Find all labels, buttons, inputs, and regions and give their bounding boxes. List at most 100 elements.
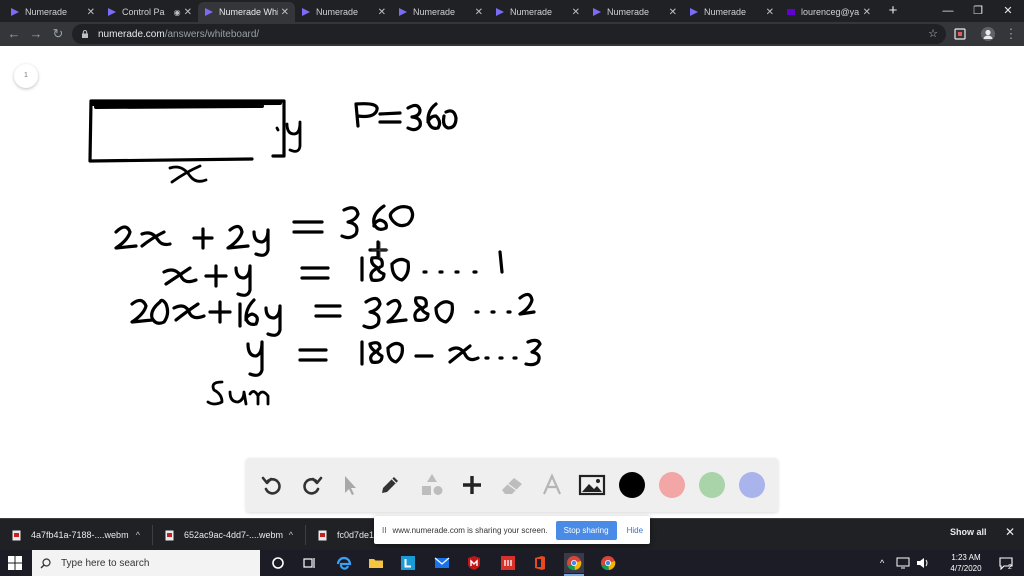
tab-close-icon[interactable]: ✕ (766, 7, 774, 18)
tab-close-icon[interactable]: ✕ (475, 7, 483, 18)
search-placeholder: Type here to search (61, 557, 150, 569)
numerade-favicon-icon (496, 8, 504, 16)
notification-center-icon[interactable]: 2 (996, 550, 1016, 576)
tab-title: Numerade (607, 7, 650, 17)
network-icon[interactable] (896, 550, 910, 576)
image-icon[interactable] (576, 469, 608, 501)
tab-title: Numerade (316, 7, 359, 17)
forward-arrow-icon[interactable]: → (27, 25, 45, 43)
l-app-icon[interactable] (398, 553, 418, 573)
clock-time: 1:23 AM (951, 553, 981, 562)
browser-tab-2[interactable]: Control Pa ◉ ✕ (101, 2, 198, 22)
address-bar[interactable]: numerade.com/answers/whiteboard/ ☆ (72, 24, 946, 44)
back-arrow-icon[interactable]: ← (5, 25, 23, 43)
download-item[interactable]: fc0d7de1-9 (306, 519, 376, 551)
new-tab-button[interactable]: + (884, 2, 902, 20)
tab-close-icon[interactable]: ✕ (281, 7, 289, 18)
tab-title: Control Pa (122, 7, 165, 17)
chevron-up-icon[interactable]: ^ (289, 530, 293, 540)
red-app-icon[interactable] (498, 553, 518, 573)
url-path: /answers/whiteboard/ (164, 28, 260, 40)
cortana-icon[interactable] (268, 553, 288, 573)
show-hidden-icons-icon[interactable]: ^ (880, 550, 884, 576)
browser-tab-strip: Numerade ✕ Control Pa ◉ ✕ Numerade Whi ✕… (0, 0, 1024, 22)
windows-taskbar: Type here to search ^ 1:23 AM 4/7/2020 2 (0, 550, 1024, 576)
chevron-up-icon[interactable]: ^ (136, 530, 140, 540)
handwritten-y-side (275, 120, 302, 153)
browser-tab-7[interactable]: Numerade ✕ (586, 2, 683, 22)
lock-icon (82, 30, 88, 38)
handwritten-so (206, 380, 270, 406)
stop-sharing-button[interactable]: Stop sharing (555, 520, 617, 540)
tab-close-icon[interactable]: ✕ (87, 7, 95, 18)
handwritten-eq-20x-16y-3280 (130, 292, 536, 337)
browser-tab-3[interactable]: Numerade Whi ✕ (198, 2, 295, 22)
pencil-icon[interactable] (374, 469, 406, 501)
file-icon (318, 530, 327, 540)
whiteboard-page[interactable]: 1 (0, 46, 1024, 518)
chrome-taskbar-icon[interactable] (598, 553, 618, 573)
numerade-favicon-icon (593, 8, 601, 16)
show-all-downloads-button[interactable]: Show all (950, 527, 987, 537)
numerade-favicon-icon (302, 8, 310, 16)
hide-banner-button[interactable]: Hide (627, 526, 643, 535)
color-swatch-black[interactable] (619, 472, 645, 498)
redo-icon[interactable] (296, 469, 328, 501)
office-icon[interactable] (530, 553, 550, 573)
extension-icon[interactable] (952, 26, 968, 42)
browser-tab-9[interactable]: lourenceg@ya ✕ (780, 2, 877, 22)
browser-menu-icon[interactable]: ⋮ (1002, 25, 1020, 43)
text-icon[interactable] (536, 469, 568, 501)
tab-title: Numerade (413, 7, 456, 17)
reload-icon[interactable]: ↻ (49, 25, 67, 43)
page-number-badge[interactable]: 1 (14, 64, 38, 88)
clock-date: 4/7/2020 (950, 564, 982, 573)
numerade-favicon-icon (690, 8, 698, 16)
volume-icon[interactable] (916, 550, 930, 576)
file-explorer-icon[interactable] (366, 553, 386, 573)
download-item[interactable]: 652ac9ac-4dd7-....webm ^ (153, 519, 303, 551)
eraser-icon[interactable] (496, 469, 528, 501)
file-icon (12, 530, 21, 540)
browser-tab-4[interactable]: Numerade ✕ (295, 2, 392, 22)
system-clock[interactable]: 1:23 AM 4/7/2020 (944, 552, 988, 574)
tab-close-icon[interactable]: ✕ (378, 7, 386, 18)
mail-icon[interactable] (432, 553, 452, 573)
close-window-icon[interactable]: ✕ (990, 0, 1024, 22)
browser-tab-1[interactable]: Numerade ✕ (4, 2, 101, 22)
yahoo-mail-favicon-icon (787, 9, 795, 15)
download-item[interactable]: 4a7fb41a-7188-....webm ^ (0, 519, 150, 551)
rectangle-top-scribble (91, 101, 282, 109)
tab-close-icon[interactable]: ✕ (863, 7, 871, 18)
windows-start-icon[interactable] (8, 556, 22, 570)
mcafee-icon[interactable] (464, 553, 484, 573)
browser-tab-8[interactable]: Numerade ✕ (683, 2, 780, 22)
sharing-message: www.numerade.com is sharing your screen. (392, 525, 548, 535)
pointer-icon[interactable] (334, 469, 366, 501)
browser-tab-6[interactable]: Numerade ✕ (489, 2, 586, 22)
tab-close-icon[interactable]: ✕ (184, 7, 192, 18)
task-view-icon[interactable] (300, 553, 320, 573)
tab-close-icon[interactable]: ✕ (669, 7, 677, 18)
bookmark-star-icon[interactable]: ☆ (928, 27, 938, 40)
recording-dot-icon: ◉ (173, 7, 181, 17)
whiteboard-canvas[interactable] (0, 46, 1024, 518)
edge-browser-icon[interactable] (334, 553, 354, 573)
file-icon (165, 530, 174, 540)
plus-icon[interactable] (456, 469, 488, 501)
browser-tab-5[interactable]: Numerade ✕ (392, 2, 489, 22)
color-swatch-pink[interactable] (659, 472, 685, 498)
color-swatch-green[interactable] (699, 472, 725, 498)
taskbar-search-box[interactable]: Type here to search (32, 550, 260, 576)
handwritten-eq-2x-2y-360 (114, 204, 415, 257)
download-filename: 4a7fb41a-7188-....webm (31, 530, 129, 540)
shapes-icon[interactable] (416, 469, 448, 501)
search-icon (40, 557, 51, 568)
download-filename: fc0d7de1-9 (337, 530, 376, 540)
chrome-taskbar-icon[interactable] (564, 553, 584, 576)
undo-icon[interactable] (256, 469, 288, 501)
tab-close-icon[interactable]: ✕ (572, 7, 580, 18)
color-swatch-blue[interactable] (739, 472, 765, 498)
close-downloads-icon[interactable]: ✕ (1005, 525, 1015, 539)
profile-avatar-icon[interactable] (980, 26, 996, 42)
